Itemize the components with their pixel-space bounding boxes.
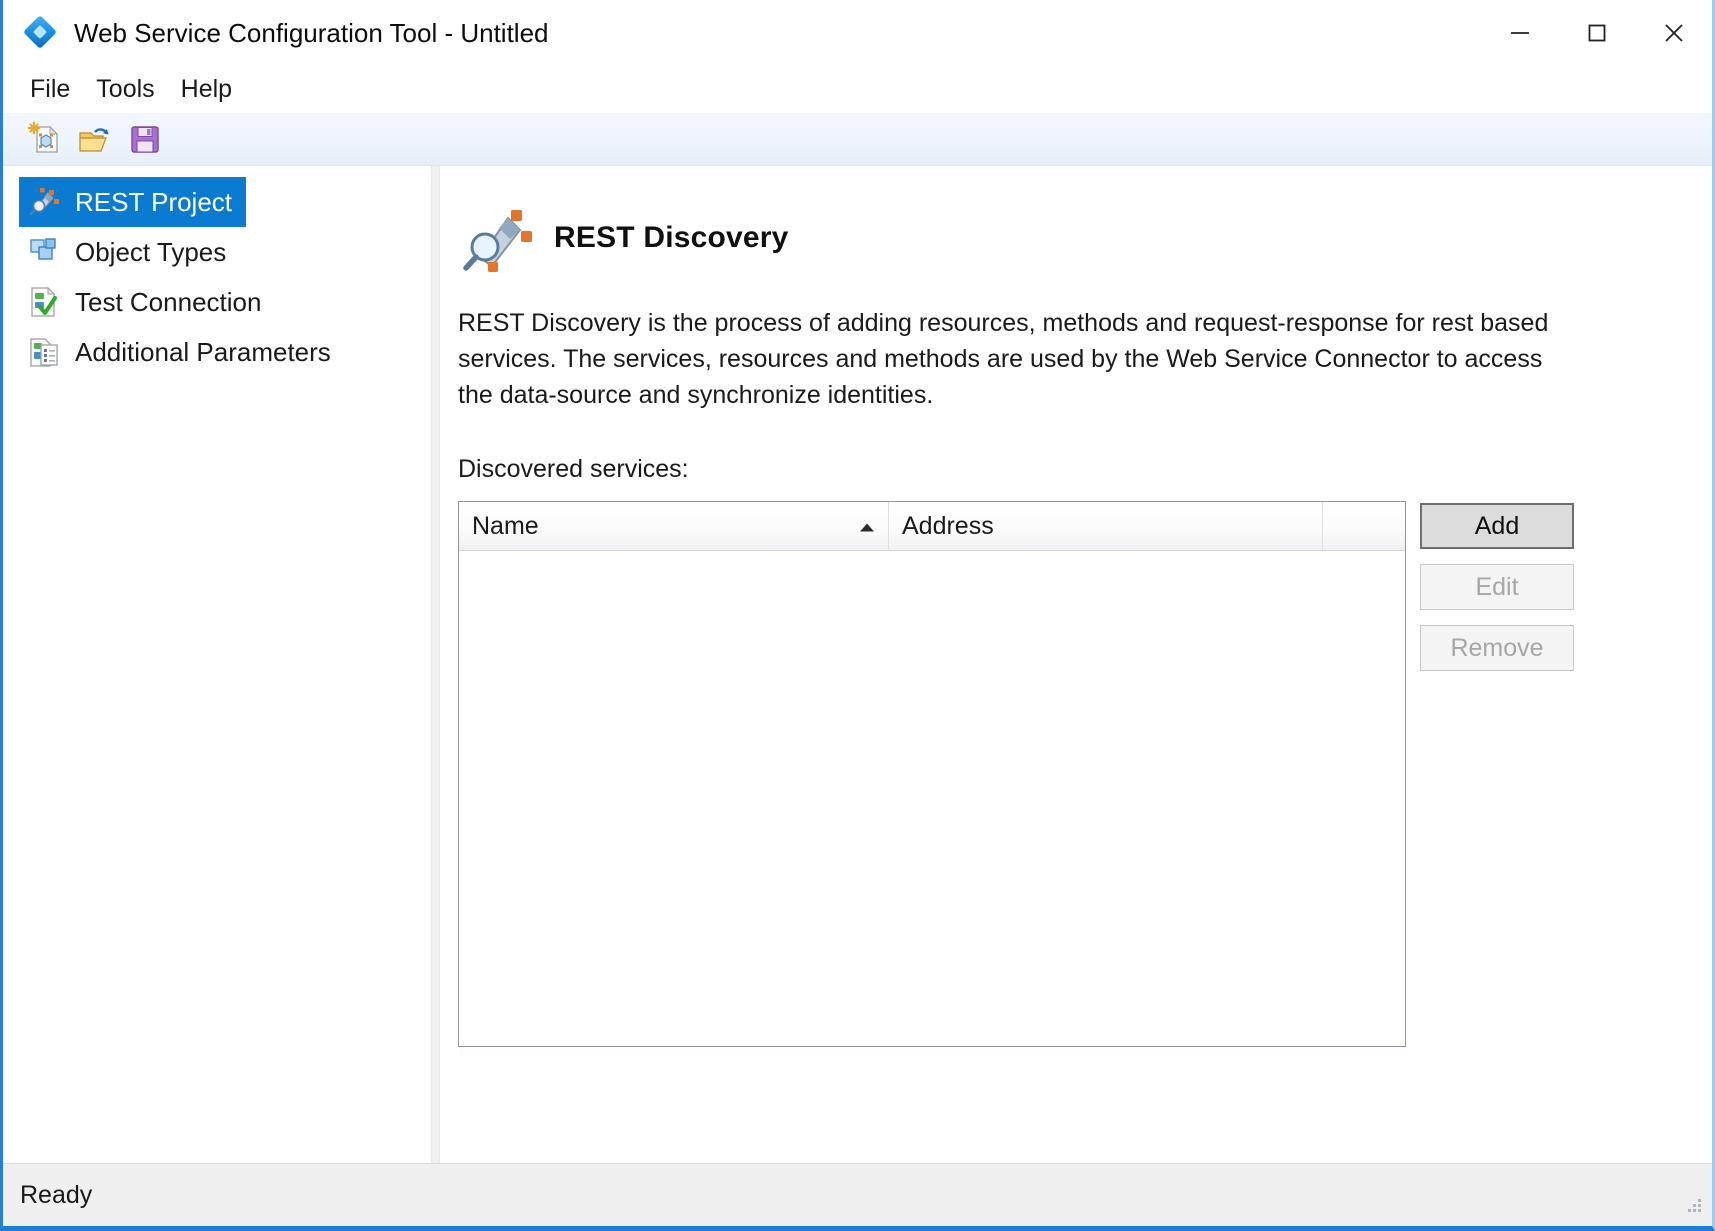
resize-grip-icon[interactable] (1678, 1189, 1704, 1220)
additional-parameters-icon (27, 335, 61, 369)
window-controls (1481, 0, 1712, 66)
table-body-empty[interactable] (459, 551, 1405, 1046)
services-section: Name Address Add Edit Remove (440, 484, 1712, 1047)
table-header-row: Name Address (459, 502, 1405, 551)
open-project-icon[interactable] (70, 116, 120, 162)
content-area: REST Project Object Types Test Connectio… (3, 166, 1712, 1163)
menu-item-help[interactable]: Help (168, 72, 245, 107)
sidebar-item-label: Object Types (75, 236, 227, 267)
discovered-services-label: Discovered services: (458, 455, 689, 483)
test-connection-icon (27, 285, 61, 319)
minimize-icon[interactable] (1481, 0, 1558, 66)
add-button[interactable]: Add (1420, 503, 1574, 549)
panel-description: REST Discovery is the process of adding … (458, 309, 1549, 409)
navigation-sidebar: REST Project Object Types Test Connectio… (3, 166, 431, 1163)
close-icon[interactable] (1635, 0, 1712, 66)
discovered-services-table[interactable]: Name Address (458, 501, 1406, 1047)
sort-ascending-icon (858, 512, 876, 541)
title-bar-left: Web Service Configuration Tool - Untitle… (3, 15, 549, 49)
sidebar-item-additional-parameters[interactable]: Additional Parameters (3, 327, 431, 377)
column-header-address-label: Address (902, 511, 994, 540)
menu-item-file[interactable]: File (17, 72, 83, 107)
sidebar-item-label: Additional Parameters (75, 336, 331, 367)
maximize-icon[interactable] (1558, 0, 1635, 66)
services-button-column: Add Edit Remove (1420, 501, 1574, 686)
column-header-name[interactable]: Name (459, 502, 889, 550)
sidebar-item-label: Test Connection (75, 286, 262, 317)
object-types-icon (27, 235, 61, 269)
title-bar: Web Service Configuration Tool - Untitle… (3, 0, 1712, 66)
edit-button[interactable]: Edit (1420, 564, 1574, 610)
status-bar: Ready (3, 1163, 1712, 1226)
column-header-filler[interactable] (1323, 502, 1405, 550)
column-header-address[interactable]: Address (889, 502, 1323, 550)
status-message: Ready (20, 1180, 93, 1209)
sidebar-item-object-types[interactable]: Object Types (3, 227, 431, 277)
diamond-logo-icon (23, 15, 57, 49)
sidebar-item-test-connection[interactable]: Test Connection (3, 277, 431, 327)
column-header-name-label: Name (472, 511, 539, 540)
sidebar-splitter[interactable] (431, 166, 440, 1163)
page-title: REST Discovery (554, 221, 789, 254)
main-panel: REST Discovery REST Discovery is the pro… (440, 166, 1712, 1163)
sidebar-item-rest-project[interactable]: REST Project (3, 177, 431, 227)
menu-bar: File Tools Help (3, 66, 1712, 113)
menu-item-tools[interactable]: Tools (83, 72, 167, 107)
panel-header: REST Discovery (440, 166, 1712, 274)
rest-project-icon (27, 185, 61, 219)
remove-button[interactable]: Remove (1420, 625, 1574, 671)
save-project-icon[interactable] (120, 116, 170, 162)
rest-discovery-icon (458, 202, 536, 274)
sidebar-item-label: REST Project (75, 186, 233, 217)
window-title: Web Service Configuration Tool - Untitle… (74, 17, 549, 48)
new-project-icon[interactable] (20, 116, 70, 162)
tool-bar (3, 113, 1712, 166)
application-window: Web Service Configuration Tool - Untitle… (0, 0, 1715, 1231)
